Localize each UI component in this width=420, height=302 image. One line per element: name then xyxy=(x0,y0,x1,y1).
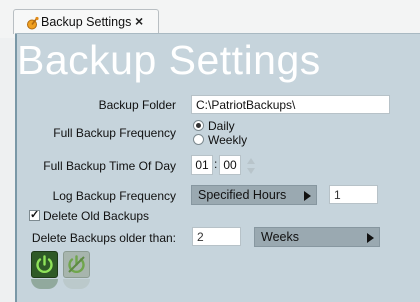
check-icon: ✓ xyxy=(30,209,40,221)
power-icon xyxy=(36,255,53,274)
delete-older-than-unit-dropdown[interactable]: Weeks xyxy=(254,227,380,247)
backup-folder-label: Backup Folder xyxy=(98,98,176,112)
radio-weekly[interactable] xyxy=(193,134,204,145)
hour-input[interactable]: 01 xyxy=(191,155,213,175)
backup-icon xyxy=(26,16,40,30)
log-frequency-value-input[interactable]: 1 xyxy=(329,185,378,204)
log-frequency-unit-value: Specified Hours xyxy=(198,188,287,202)
enable-backup-button[interactable] xyxy=(31,251,58,278)
backup-folder-input[interactable]: C:\PatriotBackups\ xyxy=(191,95,390,114)
full-backup-time-label: Full Backup Time Of Day xyxy=(43,159,176,173)
page-title: Backup Settings xyxy=(17,37,321,83)
radio-daily-label: Daily xyxy=(208,119,235,133)
radio-daily[interactable] xyxy=(193,120,204,131)
log-backup-frequency-label: Log Backup Frequency xyxy=(52,189,176,203)
radio-weekly-label: Weekly xyxy=(208,133,248,147)
caret-right-icon xyxy=(304,191,311,201)
close-icon[interactable]: × xyxy=(135,13,143,29)
power-off-icon xyxy=(68,255,85,274)
time-separator: : xyxy=(214,157,218,171)
log-frequency-unit-dropdown[interactable]: Specified Hours xyxy=(191,185,317,205)
tab-title: Backup Settings xyxy=(41,15,132,29)
disable-backup-button[interactable] xyxy=(63,251,90,278)
tab-backup-settings[interactable]: Backup Settings × xyxy=(13,9,159,34)
time-stepper[interactable] xyxy=(246,156,256,176)
full-backup-frequency-label: Full Backup Frequency xyxy=(53,126,176,140)
minute-input[interactable]: 00 xyxy=(219,155,241,175)
delete-old-backups-label: Delete Old Backups xyxy=(43,209,150,223)
delete-older-than-label: Delete Backups older than: xyxy=(31,231,176,245)
delete-old-backups-checkbox[interactable]: ✓ xyxy=(29,209,40,221)
delete-older-than-unit-value: Weeks xyxy=(261,230,299,244)
delete-older-than-input[interactable]: 2 xyxy=(192,227,241,246)
caret-right-icon xyxy=(367,233,374,243)
